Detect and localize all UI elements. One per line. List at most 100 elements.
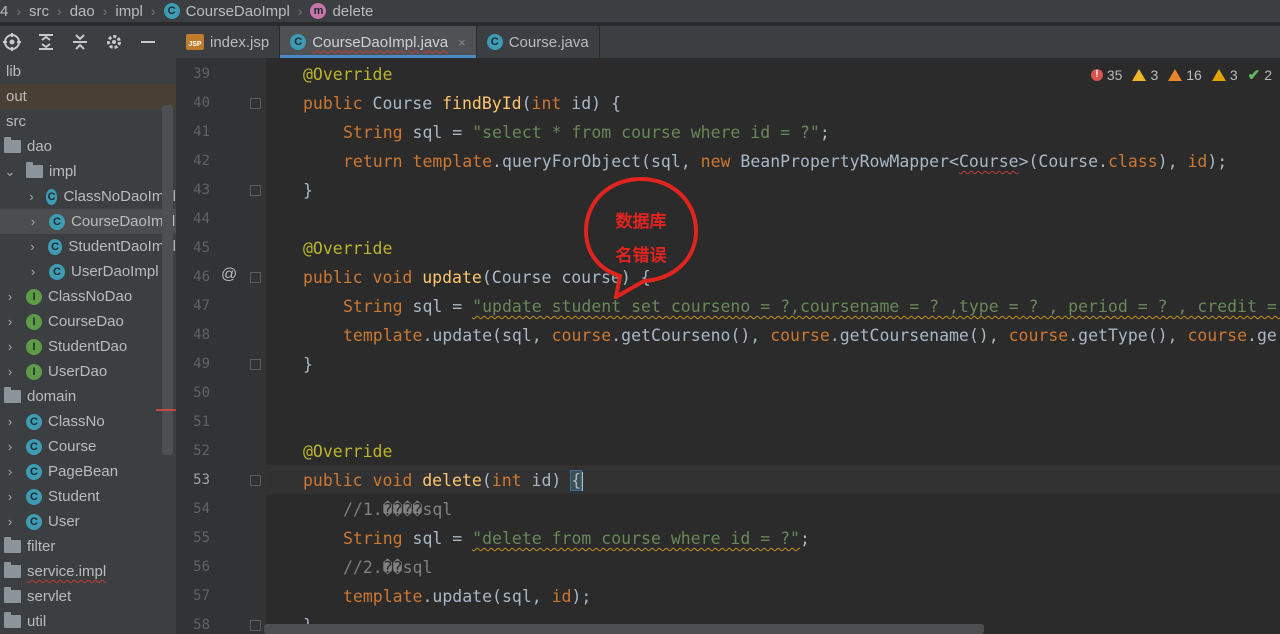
error-count[interactable]: ! 35: [1090, 67, 1123, 83]
tree-item-servlet[interactable]: servlet: [0, 584, 176, 609]
inspection-widget[interactable]: ! 35 3 16 3 ✔ 2: [1090, 64, 1272, 86]
line-number: 56: [193, 559, 210, 575]
chevron-right-icon[interactable]: ›: [4, 439, 16, 454]
weak-warning-count[interactable]: 16: [1168, 67, 1202, 83]
code-token: .queryForObject(sql,: [492, 152, 701, 171]
tree-item-course[interactable]: › C Course: [0, 434, 176, 459]
breadcrumb-dao[interactable]: dao: [70, 3, 95, 20]
breadcrumb-label: src: [29, 2, 50, 20]
tree-item-label: domain: [27, 388, 77, 405]
gear-icon[interactable]: [104, 32, 124, 52]
code-line: //1.����sql: [266, 495, 1280, 524]
tree-item-userdaoimpl[interactable]: › C UserDaoImpl: [0, 259, 176, 284]
tree-item-userdao[interactable]: › I UserDao: [0, 359, 176, 384]
breadcrumb-impl[interactable]: impl: [115, 3, 143, 20]
chevron-right-icon[interactable]: ›: [4, 414, 16, 429]
tab-course-java[interactable]: C Course.java: [477, 26, 600, 58]
tree-item-out[interactable]: out: [0, 84, 176, 109]
fold-marker[interactable]: [250, 185, 261, 196]
tree-item-label: ClassNo: [48, 413, 105, 430]
tree-item-coursedaoimpl[interactable]: › C CourseDaoImpl: [0, 209, 176, 234]
tree-item-label: out: [6, 88, 27, 105]
code-token: public: [303, 471, 363, 490]
chevron-down-icon[interactable]: ⌄: [4, 164, 16, 180]
ok-count[interactable]: ✔ 2: [1248, 66, 1272, 84]
tree-item-student[interactable]: › C Student: [0, 484, 176, 509]
tab-label: index.jsp: [210, 33, 270, 51]
tree-item-coursedao[interactable]: › I CourseDao: [0, 309, 176, 334]
code-token: .ge: [1247, 326, 1277, 345]
code-line: @Override: [266, 234, 1280, 263]
tree-item-lib[interactable]: lib: [0, 59, 176, 84]
chevron-right-icon[interactable]: ›: [4, 489, 16, 504]
tree-item-service-impl[interactable]: service.impl: [0, 559, 176, 584]
error-icon: !: [1090, 69, 1103, 81]
tab-index-jsp[interactable]: JSP index.jsp: [176, 26, 281, 58]
fold-marker[interactable]: [250, 475, 261, 486]
tree-item-dao[interactable]: dao: [0, 134, 176, 159]
chevron-right-icon[interactable]: ›: [4, 464, 16, 479]
code-token: }: [303, 355, 313, 374]
warning-count[interactable]: 3: [1132, 67, 1158, 83]
chevron-right-icon[interactable]: ›: [4, 514, 16, 529]
breadcrumb-method[interactable]: m delete: [310, 3, 373, 20]
code-token: (: [521, 94, 532, 113]
typo-count[interactable]: 3: [1211, 67, 1238, 83]
code-token: int: [531, 94, 562, 113]
chevron-right-icon[interactable]: ›: [27, 239, 38, 254]
tree-scrollbar[interactable]: [162, 105, 173, 455]
tree-item-pagebean[interactable]: › C PageBean: [0, 459, 176, 484]
code-token: .getType(),: [1068, 326, 1188, 345]
override-marker-icon[interactable]: @: [221, 266, 237, 284]
error-count-label: 35: [1106, 67, 1123, 83]
chevron-right-icon[interactable]: ›: [4, 289, 16, 304]
chevron-right-icon[interactable]: ›: [4, 364, 16, 379]
code-editor[interactable]: 39 40 41 42 43 44 45 46 47 48 49 50 51 5…: [176, 58, 1280, 634]
tree-item-studentdaoimpl[interactable]: › C StudentDaoImpl: [0, 234, 176, 259]
fold-marker[interactable]: [250, 272, 261, 283]
fold-marker[interactable]: [250, 620, 261, 631]
code-token: template: [343, 587, 423, 606]
code-token: template: [412, 152, 493, 171]
code-token: course: [1008, 326, 1069, 345]
expand-all-icon[interactable]: [36, 32, 56, 52]
chevron-right-icon[interactable]: ›: [27, 214, 39, 229]
class-icon: C: [486, 34, 503, 50]
chevron-right-icon[interactable]: ›: [4, 314, 16, 329]
tree-item-classno[interactable]: › C ClassNo: [0, 409, 176, 434]
collapse-all-icon[interactable]: [70, 32, 90, 52]
close-icon[interactable]: ×: [458, 35, 466, 50]
line-number: 58: [193, 617, 210, 633]
breadcrumb-project[interactable]: 4: [0, 3, 8, 20]
tree-item-user[interactable]: › C User: [0, 509, 176, 534]
tab-coursedaoimpl[interactable]: C CourseDaoImpl.java ×: [280, 26, 477, 58]
code-token: ),: [1157, 152, 1188, 171]
tree-item-filter[interactable]: filter: [0, 534, 176, 559]
tree-item-classnodao[interactable]: › I ClassNoDao: [0, 284, 176, 309]
chevron-right-icon[interactable]: ›: [4, 339, 16, 354]
chevron-right-icon[interactable]: ›: [27, 189, 36, 204]
breadcrumb-src[interactable]: src: [29, 3, 49, 20]
tree-item-domain[interactable]: domain: [0, 384, 176, 409]
breadcrumb-class[interactable]: C CourseDaoImpl: [163, 3, 290, 20]
tree-item-util[interactable]: util: [0, 609, 176, 634]
tree-item-studentdao[interactable]: › I StudentDao: [0, 334, 176, 359]
line-number: 48: [193, 327, 210, 343]
code-line: String sql = "delete from course where i…: [266, 524, 1280, 553]
chevron-right-icon[interactable]: ›: [27, 264, 39, 279]
tree-item-classnodaoimpl[interactable]: › C ClassNoDaoImpl: [0, 184, 176, 209]
locate-icon[interactable]: [2, 32, 22, 52]
code-token: new: [700, 152, 731, 171]
tree-item-impl[interactable]: ⌄ impl: [0, 159, 176, 184]
minimize-icon[interactable]: [138, 32, 158, 52]
tree-item-src[interactable]: src: [0, 109, 176, 134]
folder-icon: [4, 537, 21, 553]
tree-item-label: Student: [48, 488, 100, 505]
fold-marker[interactable]: [250, 98, 261, 109]
fold-marker[interactable]: [250, 359, 261, 370]
line-number: 55: [193, 530, 210, 546]
tree-item-label: dao: [27, 138, 53, 155]
line-number: 47: [193, 298, 210, 314]
horizontal-scrollbar[interactable]: [264, 624, 984, 634]
code-line: return template.queryForObject(sql, new …: [266, 147, 1280, 176]
